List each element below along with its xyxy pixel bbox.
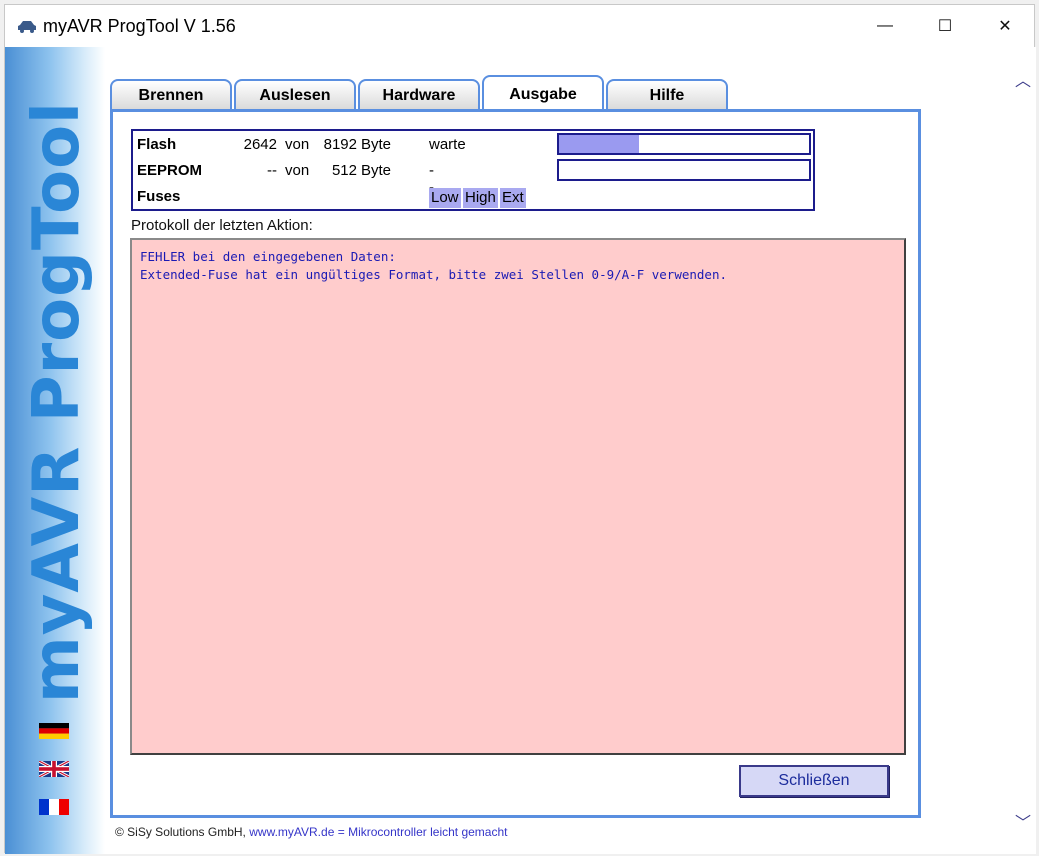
status-box: Flash 2642 von 8192 Byte warte EEPROM --… [131,129,815,211]
client-area: myAVR ProgTool Brennen Auslesen Hardware… [5,47,1036,854]
eeprom-unit: Byte [361,162,392,179]
flash-unit: Byte [361,136,392,153]
minimize-button[interactable]: — [862,5,908,47]
eeprom-used: -- [267,162,277,179]
tab-hardware[interactable]: Hardware [358,79,480,111]
close-button[interactable]: Schließen [739,765,889,797]
tab-brennen[interactable]: Brennen [110,79,232,111]
tab-hilfe[interactable]: Hilfe [606,79,728,111]
protocol-log[interactable]: FEHLER bei den eingegebenen Daten: Exten… [130,238,906,755]
close-window-button[interactable]: ✕ [982,5,1028,47]
flash-used: 2642 [243,136,277,153]
eeprom-progress-bar [557,159,811,181]
maximize-button[interactable]: ☐ [922,5,968,47]
brand-logo-text: myAVR ProgTool [20,101,94,703]
ausgabe-panel: Flash 2642 von 8192 Byte warte EEPROM --… [110,109,921,818]
app-icon [18,21,36,33]
flag-french-icon[interactable] [39,799,69,815]
tab-auslesen[interactable]: Auslesen [234,79,356,111]
flash-progress-fill [559,135,639,153]
flash-total: 8192 [323,136,357,153]
flash-of: von [285,136,310,153]
flash-label: Flash [137,136,177,153]
eeprom-label: EEPROM [137,162,203,179]
vertical-scrollbar[interactable]: ︿ ﹀ [1010,47,1036,854]
fuses-label: Fuses [137,188,181,205]
footer-sep: = [337,825,345,839]
eeprom-total: 512 [331,162,357,179]
app-window: myAVR ProgTool V 1.56 — ☐ ✕ myAVR ProgTo… [4,4,1036,854]
fuse-ext-button[interactable]: Ext [500,188,526,208]
flash-state: warte [429,136,466,153]
scroll-up-icon[interactable]: ︿ [1015,67,1031,91]
footer-slogan: Mikrocontroller leicht gemacht [348,825,508,839]
brand-sidebar: myAVR ProgTool [5,47,105,854]
flag-uk-icon[interactable] [39,761,69,777]
fuse-low-button[interactable]: Low [429,188,461,208]
title-bar: myAVR ProgTool V 1.56 — ☐ ✕ [5,5,1034,48]
window-title: myAVR ProgTool V 1.56 [43,16,236,36]
tab-ausgabe[interactable]: Ausgabe [482,75,604,113]
scroll-down-icon[interactable]: ﹀ [1015,809,1031,833]
footer-link[interactable]: www.myAVR.de [249,825,334,839]
eeprom-of: von [285,162,310,179]
protocol-label: Protokoll der letzten Aktion: [131,217,313,234]
fuse-high-button[interactable]: High [463,188,498,208]
footer-copyright: © SiSy Solutions GmbH, [115,825,246,839]
flag-german-icon[interactable] [39,723,69,739]
footer: © SiSy Solutions GmbH, www.myAVR.de = Mi… [115,825,507,839]
flash-progress-bar [557,133,811,155]
